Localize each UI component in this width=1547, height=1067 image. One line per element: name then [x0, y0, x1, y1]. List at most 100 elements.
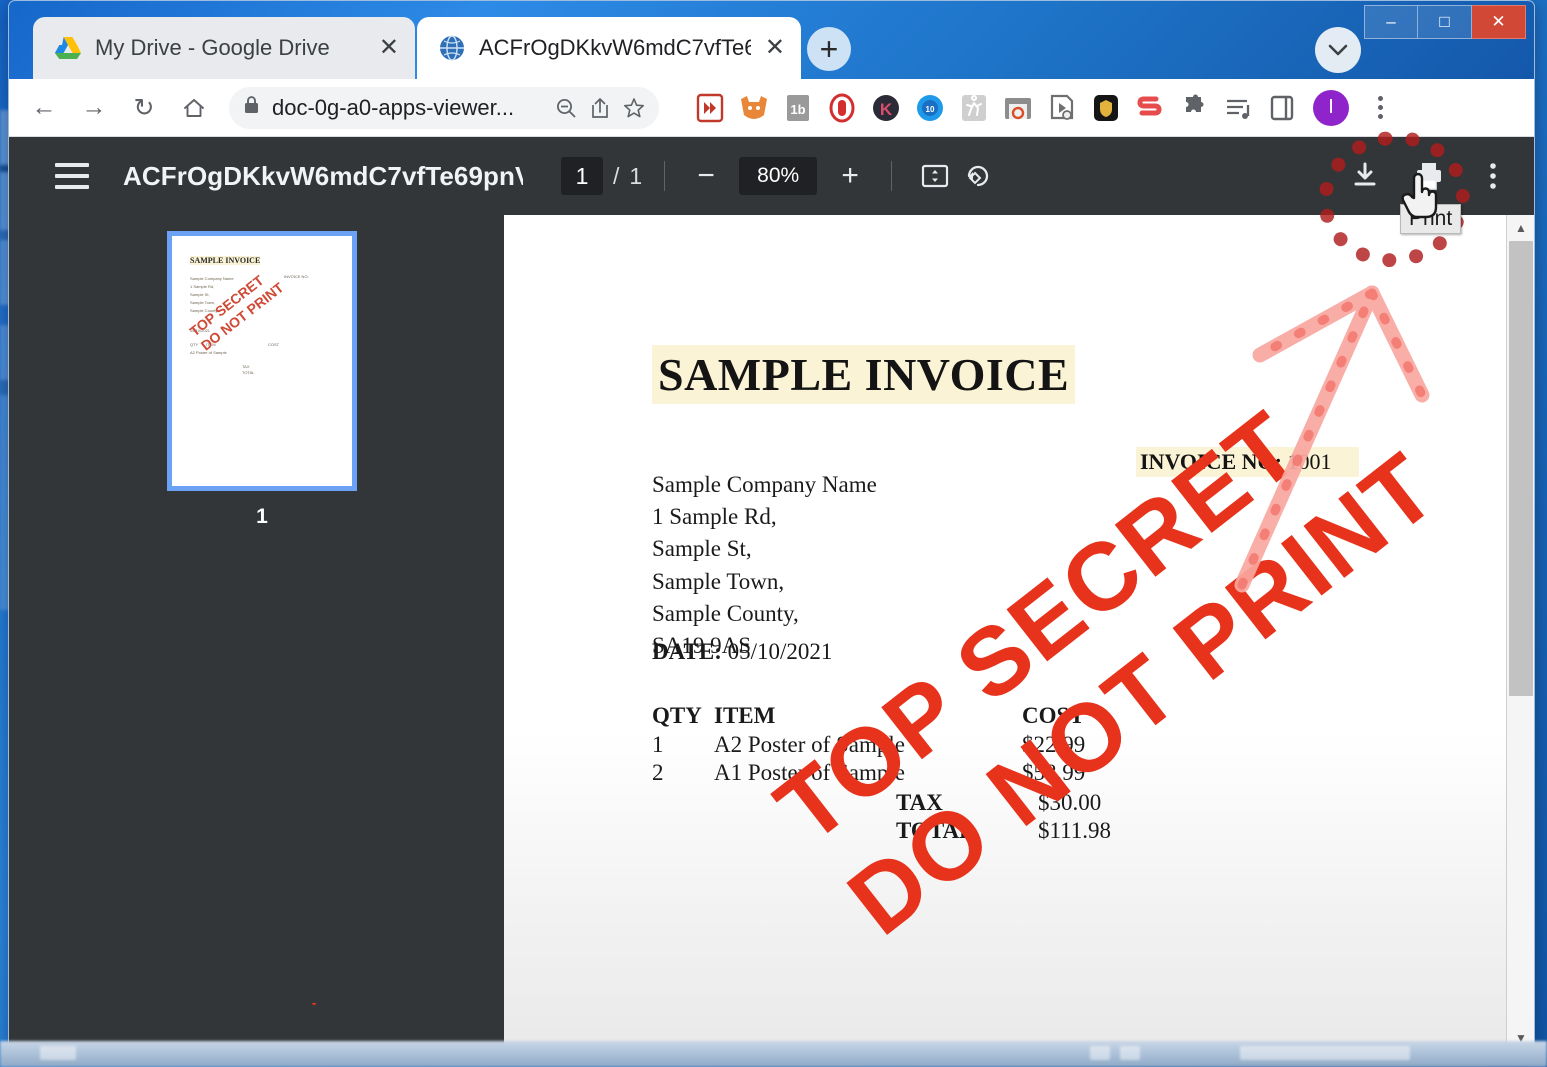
- invoice-title: SAMPLE INVOICE: [652, 345, 1076, 404]
- table-row: 2 A1 Poster of Sample $58.99: [652, 759, 1085, 787]
- e-extension-icon[interactable]: [1133, 91, 1167, 125]
- thumb-title: SAMPLE INVOICE: [190, 256, 261, 265]
- reload-button[interactable]: ↻: [123, 87, 165, 129]
- tab-title: ACFrOgDKkvW6mdC7vfTe69pnVv: [479, 35, 751, 60]
- table-header-row: QTY ITEM COST: [652, 703, 1085, 731]
- hamburger-menu-icon[interactable]: [55, 163, 89, 189]
- browser-window: My Drive - Google Drive ✕ ACFrOgDKkvW6md…: [8, 0, 1535, 1050]
- stop-hand-extension-icon[interactable]: [825, 91, 859, 125]
- tab-strip: My Drive - Google Drive ✕ ACFrOgDKkvW6md…: [9, 1, 1534, 79]
- invoice-number-value: 1001: [1287, 449, 1332, 474]
- tab-my-drive[interactable]: My Drive - Google Drive ✕: [33, 17, 415, 79]
- runner-extension-icon[interactable]: [957, 91, 991, 125]
- invoice-date: DATE: 05/10/2021: [652, 639, 832, 665]
- page-area: SAMPLE INVOICE INVOICE NO: 1001 Sample C…: [504, 215, 1534, 1049]
- vertical-scrollbar[interactable]: ▲ ▼: [1506, 215, 1534, 1049]
- address-line: Sample Company Name: [652, 472, 877, 497]
- zoom-in-button[interactable]: +: [831, 161, 869, 191]
- address-line: 1 Sample Rd,: [652, 504, 777, 530]
- cell-cost: $22.99: [1022, 732, 1086, 757]
- thumb-address-2: 1 Sample Rd,: [190, 284, 215, 289]
- address-line: Sample County,: [652, 600, 799, 626]
- thumbnail-item[interactable]: SAMPLE INVOICE Sample Company Name 1 Sam…: [167, 231, 357, 529]
- cell-item: A1 Poster of Sample: [714, 760, 906, 785]
- minimize-button[interactable]: –: [1364, 5, 1418, 39]
- line-items-table: QTY ITEM COST 1 A2 Poster of Sample $22.…: [652, 703, 1085, 787]
- scroll-up-arrow[interactable]: ▲: [1507, 215, 1534, 241]
- pdf-toolbar: ACFrOgDKkvW6mdC7vfTe69pnVv1Fj... 1 / 1 −…: [9, 137, 1534, 215]
- watermark-line-2: DO NOT PRINT: [829, 432, 1457, 956]
- invoice-number-label: INVOICE NO:: [1140, 449, 1282, 474]
- total-value: $111.98: [1038, 818, 1112, 843]
- totals-row: TAX $30.00: [896, 789, 1111, 817]
- thumb-address-4: Sample Town,: [190, 300, 216, 305]
- reading-list-extension-icon[interactable]: [1221, 91, 1255, 125]
- thumb-address-3: Sample St,: [190, 292, 210, 297]
- extensions-area: 1b K 10 I: [693, 89, 1395, 126]
- tax-label: TAX: [896, 790, 943, 815]
- thumb-qty: QTY: [190, 342, 199, 347]
- tab-close-icon[interactable]: ✕: [765, 36, 785, 60]
- more-vertical-icon[interactable]: [1472, 155, 1514, 197]
- archive-extension-icon[interactable]: [1001, 91, 1035, 125]
- tab-search-button[interactable]: [1315, 27, 1361, 73]
- thumb-tax: TAX: [242, 364, 250, 369]
- thumb-cost: COST: [268, 342, 280, 347]
- toolbar-divider-1: [664, 161, 666, 191]
- address-bar[interactable]: doc-0g-a0-apps-viewer...: [229, 86, 659, 129]
- zoom-out-icon[interactable]: [555, 97, 577, 119]
- tb-extension-icon[interactable]: 1b: [781, 91, 815, 125]
- maximize-button[interactable]: □: [1418, 5, 1472, 39]
- address-line: Sample Town,: [652, 568, 785, 594]
- fox-extension-icon[interactable]: [737, 91, 771, 125]
- browser-toolbar: ← → ↻ doc-0g-a0-apps-viewer... 1b K 10 I: [9, 79, 1534, 137]
- svg-text:1b: 1b: [790, 102, 805, 117]
- fit-to-page-icon[interactable]: [914, 155, 956, 197]
- k-extension-icon[interactable]: K: [869, 91, 903, 125]
- cell-qty: 1: [652, 732, 664, 757]
- tab-pdf-document[interactable]: ACFrOgDKkvW6mdC7vfTe69pnVv ✕: [417, 17, 801, 79]
- page-thumbnail[interactable]: SAMPLE INVOICE Sample Company Name 1 Sam…: [167, 231, 357, 491]
- total-label: TOTAL: [896, 818, 975, 843]
- page-navigation: 1 / 1: [561, 157, 642, 195]
- back-button[interactable]: ←: [23, 87, 65, 129]
- thumb-total: TOTAL: [242, 370, 255, 375]
- date-value: 05/10/2021: [727, 639, 833, 664]
- totals-table: TAX $30.00 TOTAL $111.98: [896, 789, 1111, 845]
- company-address: Sample Company Name 1 Sample Rd, Sample …: [652, 469, 877, 662]
- video-extension-icon[interactable]: [1045, 91, 1079, 125]
- share-icon[interactable]: [589, 97, 611, 119]
- home-button[interactable]: [173, 87, 215, 129]
- scrollbar-thumb[interactable]: [1509, 241, 1533, 696]
- io-extension-icon[interactable]: 10: [913, 91, 947, 125]
- page-separator: /: [613, 162, 620, 189]
- puzzle-extension-icon[interactable]: [1177, 91, 1211, 125]
- zoom-level-display[interactable]: 80%: [739, 157, 818, 195]
- thumb-invoice-no: INVOICE NO:: [284, 274, 309, 279]
- zoom-out-button[interactable]: −: [687, 161, 725, 191]
- total-pages: 1: [629, 162, 643, 189]
- star-icon[interactable]: [623, 97, 645, 119]
- toolbar-divider-2: [891, 161, 893, 191]
- shield-extension-icon[interactable]: [1089, 91, 1123, 125]
- profile-avatar[interactable]: I: [1313, 89, 1349, 126]
- rotate-icon[interactable]: [956, 155, 998, 197]
- invoice-number: INVOICE NO: 1001: [1136, 447, 1360, 477]
- header-cost: COST: [1022, 703, 1085, 728]
- forward-button[interactable]: →: [73, 87, 115, 129]
- browser-menu-icon[interactable]: [1365, 96, 1395, 119]
- hand-cursor-icon: [1399, 168, 1443, 225]
- window-controls: – □ ✕: [1364, 5, 1526, 39]
- cell-qty: 2: [652, 760, 664, 785]
- new-tab-button[interactable]: +: [807, 27, 851, 71]
- header-item: ITEM: [714, 703, 776, 728]
- page-number-input[interactable]: 1: [561, 157, 603, 195]
- fast-forward-extension-icon[interactable]: [693, 91, 727, 125]
- svg-text:10: 10: [926, 105, 935, 114]
- table-row: 1 A2 Poster of Sample $22.99: [652, 731, 1085, 759]
- download-icon[interactable]: [1344, 155, 1386, 197]
- tab-close-icon[interactable]: ✕: [379, 36, 399, 60]
- totals-row: TOTAL $111.98: [896, 817, 1111, 845]
- side-panel-extension-icon[interactable]: [1265, 91, 1299, 125]
- close-window-button[interactable]: ✕: [1472, 5, 1526, 39]
